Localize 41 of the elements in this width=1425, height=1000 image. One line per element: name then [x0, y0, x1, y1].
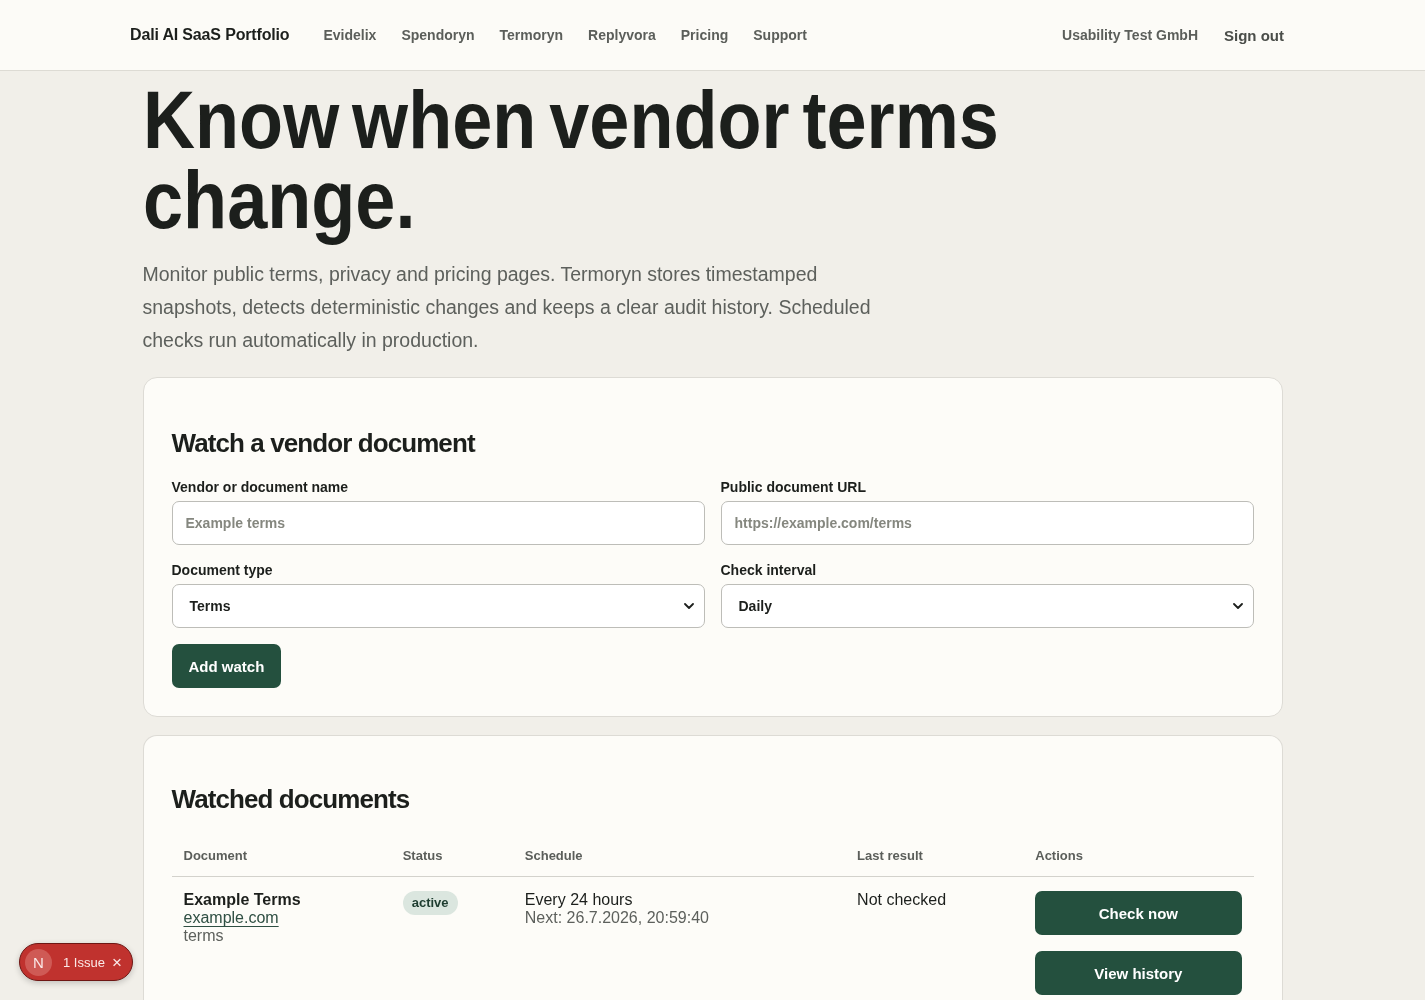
page-title: Know when vendor terms change. — [142, 80, 1000, 247]
field-label: Check interval — [720, 561, 818, 579]
issues-button[interactable]: 1 Issue — [63, 954, 105, 970]
description: Monitor public terms, privacy and pricing pages. Termoryn stores timestamped snapshots, detects deterministic changes and keeps a clear audit history. Scheduled checks run automatically in production. — [142, 262, 872, 353]
nav-link[interactable]: Pricing — [680, 27, 729, 43]
document-link[interactable]: example.com — [183, 909, 279, 927]
chevron-down-icon — [683, 603, 694, 609]
column-header: Schedule — [512, 836, 846, 877]
document-name: Example Terms — [183, 891, 302, 909]
brand-link[interactable]: Dali AI SaaS Portfolio — [130, 26, 290, 44]
last-result-text: Not checked — [857, 891, 947, 908]
status-pill: active — [402, 891, 458, 915]
field-label: Vendor or document name — [171, 478, 350, 496]
nav-link[interactable]: Termoryn — [499, 27, 564, 43]
action-button[interactable]: View history — [1035, 951, 1242, 995]
column-header: Actions — [1023, 836, 1254, 877]
close-button[interactable]: × — [111, 953, 122, 971]
column-header: Status — [390, 836, 513, 877]
nav-link[interactable]: Support — [753, 27, 807, 43]
field-label: Document type — [171, 561, 274, 579]
section-title: Watch a vendor document — [171, 427, 477, 459]
dropdown[interactable]: Daily — [720, 584, 1254, 628]
add-watch-button[interactable]: Add watch — [171, 644, 282, 688]
nav-link[interactable]: Spendoryn — [401, 27, 475, 43]
text-input[interactable]: Example terms — [171, 501, 705, 545]
column-header: Last result — [845, 836, 1024, 877]
next-check-time: Next: 26.7.2026, 20:59:40 — [524, 909, 710, 927]
column-header: Document — [171, 836, 391, 877]
nav-link[interactable]: Replyvora — [588, 27, 656, 43]
logo: N — [25, 948, 52, 976]
schedule-interval: Every 24 hours — [524, 891, 634, 909]
chevron-down-icon — [1232, 603, 1243, 609]
dropdown[interactable]: Terms — [171, 584, 705, 628]
account-name: Usability Test GmbH — [1062, 27, 1198, 43]
text-input[interactable]: https://example.com/terms — [720, 501, 1254, 545]
field-label: Public document URL — [720, 478, 867, 496]
section-title: Watched documents — [171, 783, 411, 815]
sign-out-button[interactable]: Sign out — [1224, 26, 1284, 44]
nav-link[interactable]: Evidelix — [323, 27, 377, 43]
document-type: terms — [183, 927, 225, 945]
action-button[interactable]: Check now — [1035, 891, 1242, 935]
